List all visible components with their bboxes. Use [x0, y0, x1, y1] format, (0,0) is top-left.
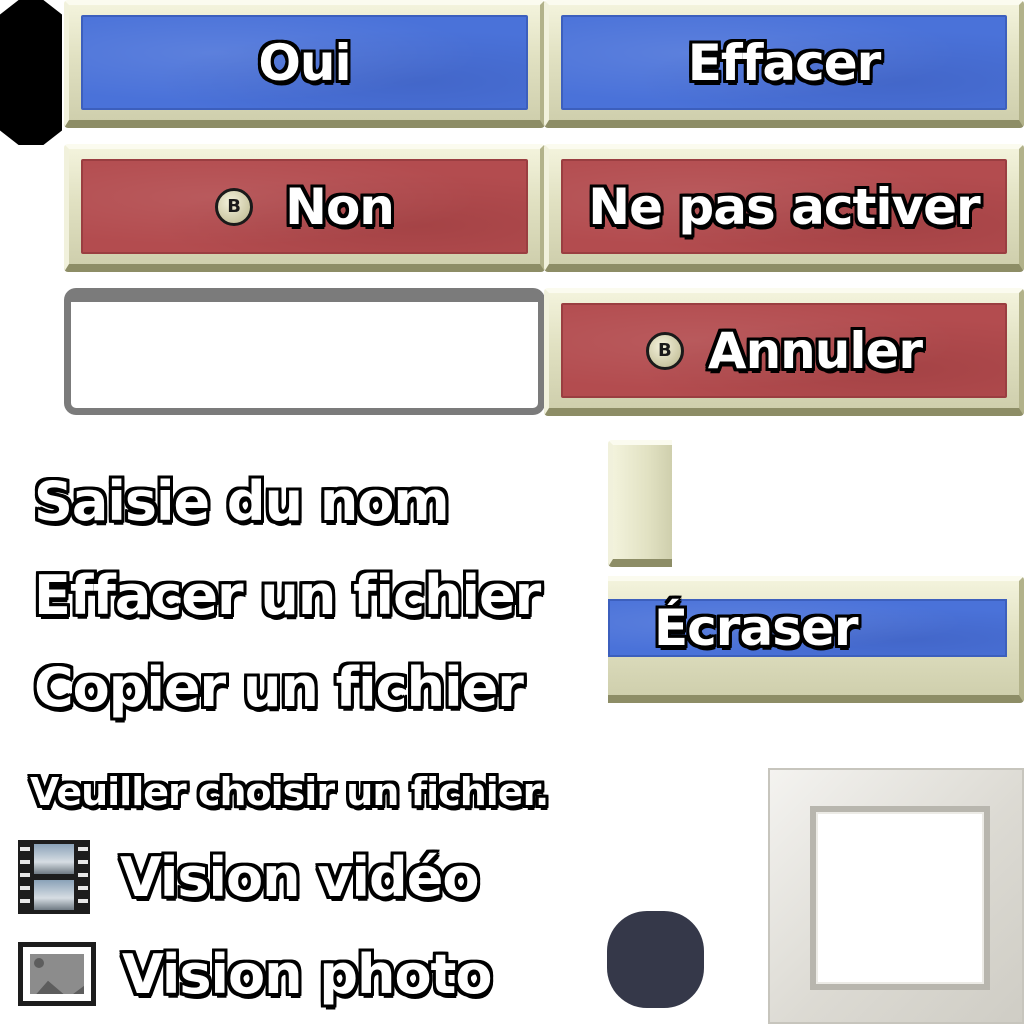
yes-button-label: Oui: [258, 33, 351, 92]
film-sprocket-strip: [20, 842, 30, 912]
do-not-activate-button-label: Ne pas activer: [588, 177, 980, 236]
video-mode-item[interactable]: Vision vidéo: [18, 840, 479, 914]
yes-button[interactable]: Oui: [64, 0, 545, 128]
overwrite-button-label: Écraser: [654, 599, 859, 657]
empty-panel: [64, 288, 545, 415]
cancel-button-label: Annuler: [707, 321, 923, 380]
overwrite-button-face: Écraser: [608, 599, 1007, 657]
overwrite-button[interactable]: Écraser: [608, 576, 1024, 703]
no-button[interactable]: B Non: [64, 144, 545, 272]
tab-notch: [0, 0, 62, 145]
cancel-button-face: B Annuler: [561, 303, 1007, 398]
small-blue-tile: [608, 440, 672, 567]
menu-copy-file[interactable]: Copier un fichier: [34, 656, 524, 719]
choose-file-prompt: Veuiller choisir un fichier.: [30, 770, 549, 814]
cancel-button[interactable]: B Annuler: [544, 288, 1024, 416]
dark-rounded-badge: [607, 911, 704, 1008]
menu-erase-file[interactable]: Effacer un fichier: [34, 564, 541, 627]
erase-button-label: Effacer: [687, 33, 882, 92]
picture-frame: [768, 768, 1024, 1024]
do-not-activate-button[interactable]: Ne pas activer: [544, 144, 1024, 272]
film-frame: [34, 880, 74, 910]
film-frame: [34, 844, 74, 874]
b-button-icon: B: [215, 187, 254, 226]
photo-icon: [18, 942, 96, 1006]
erase-button[interactable]: Effacer: [544, 0, 1024, 128]
do-not-activate-button-face: Ne pas activer: [561, 159, 1007, 254]
picture-frame-window: [810, 806, 990, 990]
erase-button-face: Effacer: [561, 15, 1007, 110]
menu-name-entry[interactable]: Saisie du nom: [34, 470, 450, 533]
photo-thumbnail: [30, 954, 84, 994]
film-sprocket-strip: [78, 842, 88, 912]
no-button-label: Non: [285, 177, 395, 236]
photo-mode-label: Vision photo: [122, 942, 492, 1006]
yes-button-face: Oui: [81, 15, 528, 110]
photo-mode-item[interactable]: Vision photo: [18, 942, 492, 1006]
film-icon: [18, 840, 90, 914]
b-button-icon: B: [645, 331, 684, 370]
ui-sprite-sheet: Oui Effacer B Non Ne pas activer B Annul…: [0, 0, 1024, 1024]
video-mode-label: Vision vidéo: [120, 845, 479, 909]
no-button-face: B Non: [81, 159, 528, 254]
